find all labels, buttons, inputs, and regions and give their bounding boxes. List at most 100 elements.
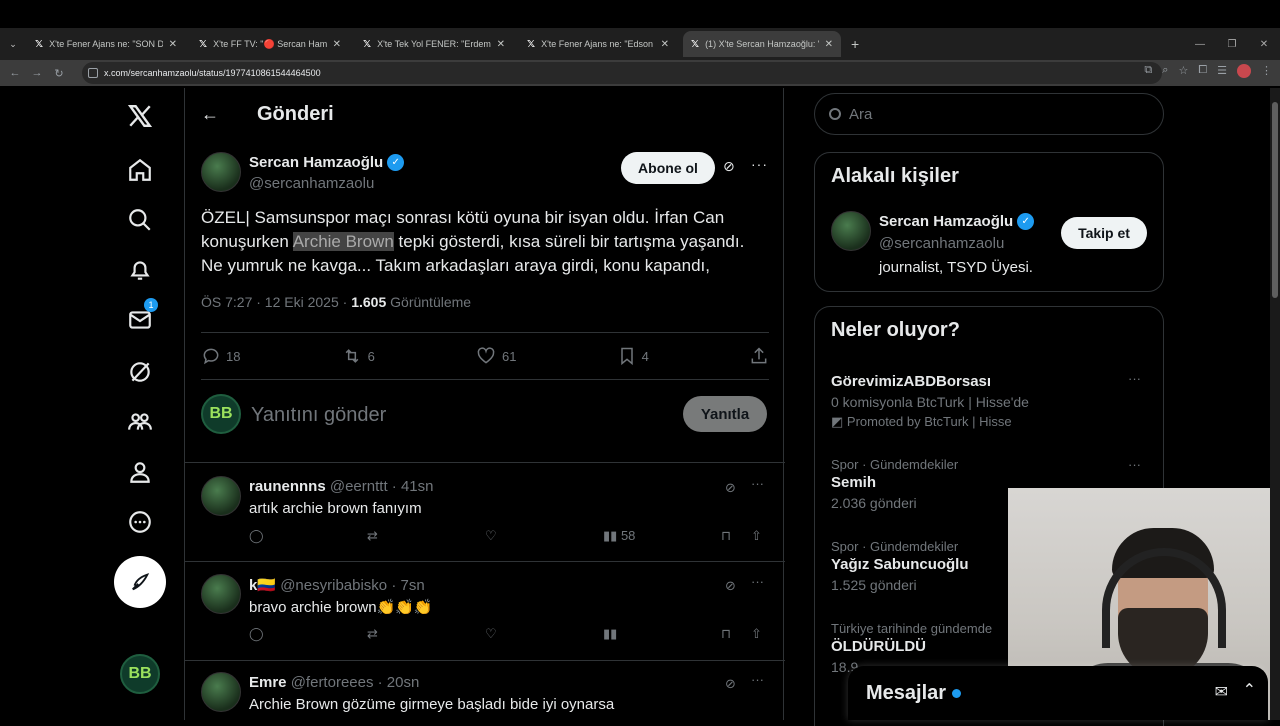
bookmark-icon: [617, 346, 637, 366]
more-icon[interactable]: ···: [751, 156, 768, 172]
tab-search-dropdown[interactable]: ⌄: [5, 36, 21, 52]
forward-icon[interactable]: →: [26, 67, 48, 79]
views-action[interactable]: ▮▮ 58: [603, 528, 635, 544]
install-icon[interactable]: ⧉: [1144, 64, 1152, 78]
verified-badge-icon: ✓: [1017, 213, 1035, 230]
reply-text: Archie Brown gözüme girmeye başladı bide…: [249, 696, 615, 713]
grok-icon[interactable]: [112, 344, 168, 400]
bookmark-star-icon[interactable]: ☆: [1178, 64, 1188, 78]
repost-icon[interactable]: ⇄: [367, 528, 378, 544]
close-tab-icon[interactable]: ✕: [497, 39, 505, 50]
subscribe-button[interactable]: Abone ol: [621, 152, 715, 184]
communities-icon[interactable]: [112, 394, 168, 450]
x-logo-icon[interactable]: [112, 88, 168, 144]
close-tab-icon[interactable]: ✕: [661, 39, 669, 50]
account-avatar[interactable]: BB: [120, 654, 160, 694]
profile-icon[interactable]: [112, 444, 168, 500]
more-icon[interactable]: ···: [751, 672, 764, 687]
bookmark-icon[interactable]: ⊓: [721, 626, 731, 642]
reply-item[interactable]: raunennns @eernttt · 41sn artık archie b…: [201, 476, 769, 558]
reply-text: artık archie brown fanıyım: [249, 500, 422, 517]
related-people-card: Alakalı kişiler Sercan Hamzaoğlu ✓ @serca…: [814, 152, 1164, 292]
back-arrow-icon[interactable]: ←: [185, 104, 239, 125]
close-tab-icon[interactable]: ✕: [333, 39, 341, 50]
scrollbar-thumb[interactable]: [1272, 102, 1278, 298]
minimize-icon[interactable]: —: [1184, 39, 1216, 50]
close-tab-icon[interactable]: ✕: [169, 39, 177, 50]
share-icon[interactable]: ⇧: [751, 528, 762, 544]
browser-tab[interactable]: 𝕏 X'te FF TV: "🔴 Sercan Ham ✕: [191, 31, 349, 57]
toolbar-icons: ⧉ ⌕ ☆ ⧠ ☰ ⋮: [1144, 64, 1272, 78]
grok-icon[interactable]: ⊘: [725, 578, 736, 594]
grok-icon[interactable]: ⊘: [725, 676, 736, 692]
repost-action[interactable]: 6: [341, 346, 375, 366]
sidebar-icon[interactable]: ☰: [1217, 64, 1227, 78]
address-bar[interactable]: x.com/sercanhamzaolu/status/197741086154…: [82, 62, 1162, 84]
compose-post-button[interactable]: [114, 556, 166, 608]
reply-action[interactable]: 18: [201, 346, 240, 366]
more-options-icon[interactable]: [112, 494, 168, 550]
site-info-icon[interactable]: [88, 68, 98, 78]
browser-tab-active[interactable]: 𝕏(1) X'te Sercan Hamzaoğlu: "ÖZ✕: [683, 31, 841, 57]
menu-icon[interactable]: ⋮: [1261, 64, 1272, 78]
reply-button[interactable]: Yanıtla: [683, 396, 767, 432]
notifications-icon[interactable]: [112, 242, 168, 298]
back-icon[interactable]: ←: [4, 67, 26, 79]
reply-avatar[interactable]: [201, 672, 241, 712]
author-handle[interactable]: @sercanhamzaolu: [249, 175, 374, 192]
close-tab-icon[interactable]: ✕: [825, 39, 833, 50]
explore-icon[interactable]: [112, 192, 168, 248]
new-tab-button[interactable]: +: [851, 36, 859, 52]
more-icon[interactable]: ···: [751, 476, 764, 491]
reply-avatar[interactable]: [201, 574, 241, 614]
reply-item[interactable]: Emre @fertoreees · 20sn Archie Brown göz…: [201, 672, 769, 720]
trend-item[interactable]: GörevimizABDBorsası 0 komisyonla BtcTurk…: [831, 371, 1149, 430]
person-avatar[interactable]: [831, 211, 871, 251]
reply-input[interactable]: Yanıtını gönder: [251, 404, 386, 427]
heart-icon[interactable]: ♡: [485, 626, 497, 642]
reply-avatar[interactable]: [201, 476, 241, 516]
person-bio: journalist, TSYD Üyesi.: [879, 259, 1033, 276]
messages-drawer[interactable]: Mesajlar ✉ ⌃: [848, 666, 1268, 720]
post-actions: 18 6 61 4: [201, 332, 769, 380]
maximize-icon[interactable]: ❐: [1216, 39, 1248, 50]
collapse-icon[interactable]: ⌃: [1243, 680, 1256, 700]
reload-icon[interactable]: ↻: [48, 67, 70, 80]
repost-icon[interactable]: ⇄: [367, 626, 378, 642]
browser-tab[interactable]: 𝕏X'te Fener Ajans ne: "SON DAKİ✕: [27, 31, 185, 57]
search-input[interactable]: Ara: [814, 93, 1164, 135]
extensions-icon[interactable]: ⧠: [1198, 64, 1207, 78]
person-name[interactable]: Sercan Hamzaoğlu ✓: [879, 213, 1035, 230]
home-icon[interactable]: [112, 142, 168, 198]
grok-icon[interactable]: ⊘: [723, 158, 741, 176]
follow-button[interactable]: Takip et: [1061, 217, 1147, 249]
scrollbar[interactable]: [1270, 88, 1280, 720]
grok-icon[interactable]: ⊘: [725, 480, 736, 496]
share-icon[interactable]: ⇧: [751, 626, 762, 642]
browser-tab[interactable]: 𝕏X'te Fener Ajans ne: "Edson Alva✕: [519, 31, 677, 57]
author-avatar[interactable]: [201, 152, 241, 192]
more-icon[interactable]: ···: [1128, 371, 1141, 386]
reply-icon[interactable]: ◯: [249, 528, 264, 544]
reply-icon[interactable]: ◯: [249, 626, 264, 642]
messages-icon[interactable]: 1: [112, 292, 168, 348]
account-avatar[interactable]: BB: [201, 394, 241, 434]
profile-avatar[interactable]: [1237, 64, 1251, 78]
person-handle[interactable]: @sercanhamzaolu: [879, 235, 1004, 252]
author-name[interactable]: Sercan Hamzaoğlu ✓: [249, 154, 405, 171]
more-icon[interactable]: ···: [1128, 457, 1141, 472]
new-message-icon[interactable]: ✉: [1215, 682, 1228, 702]
share-action[interactable]: [749, 346, 769, 366]
zoom-icon[interactable]: ⌕: [1162, 64, 1168, 78]
bookmark-action[interactable]: 4: [617, 346, 649, 366]
bookmark-icon[interactable]: ⊓: [721, 528, 731, 544]
more-icon[interactable]: ···: [751, 574, 764, 589]
browser-tab-strip: ⌄ 𝕏X'te Fener Ajans ne: "SON DAKİ✕ 𝕏X'te…: [0, 28, 1280, 60]
browser-tab[interactable]: 𝕏X'te Tek Yol FENER: "Erdem Akt✕: [355, 31, 513, 57]
reply-item[interactable]: k🇨🇴 @nesyribabisko · 7sn bravo archie br…: [201, 574, 769, 656]
views-icon[interactable]: ▮▮: [603, 626, 617, 642]
promoted-label: ◩ Promoted by BtcTurk | Hisse: [831, 414, 1012, 429]
close-window-icon[interactable]: ✕: [1248, 39, 1280, 50]
like-action[interactable]: 61: [475, 346, 516, 366]
heart-icon[interactable]: ♡: [485, 528, 497, 544]
